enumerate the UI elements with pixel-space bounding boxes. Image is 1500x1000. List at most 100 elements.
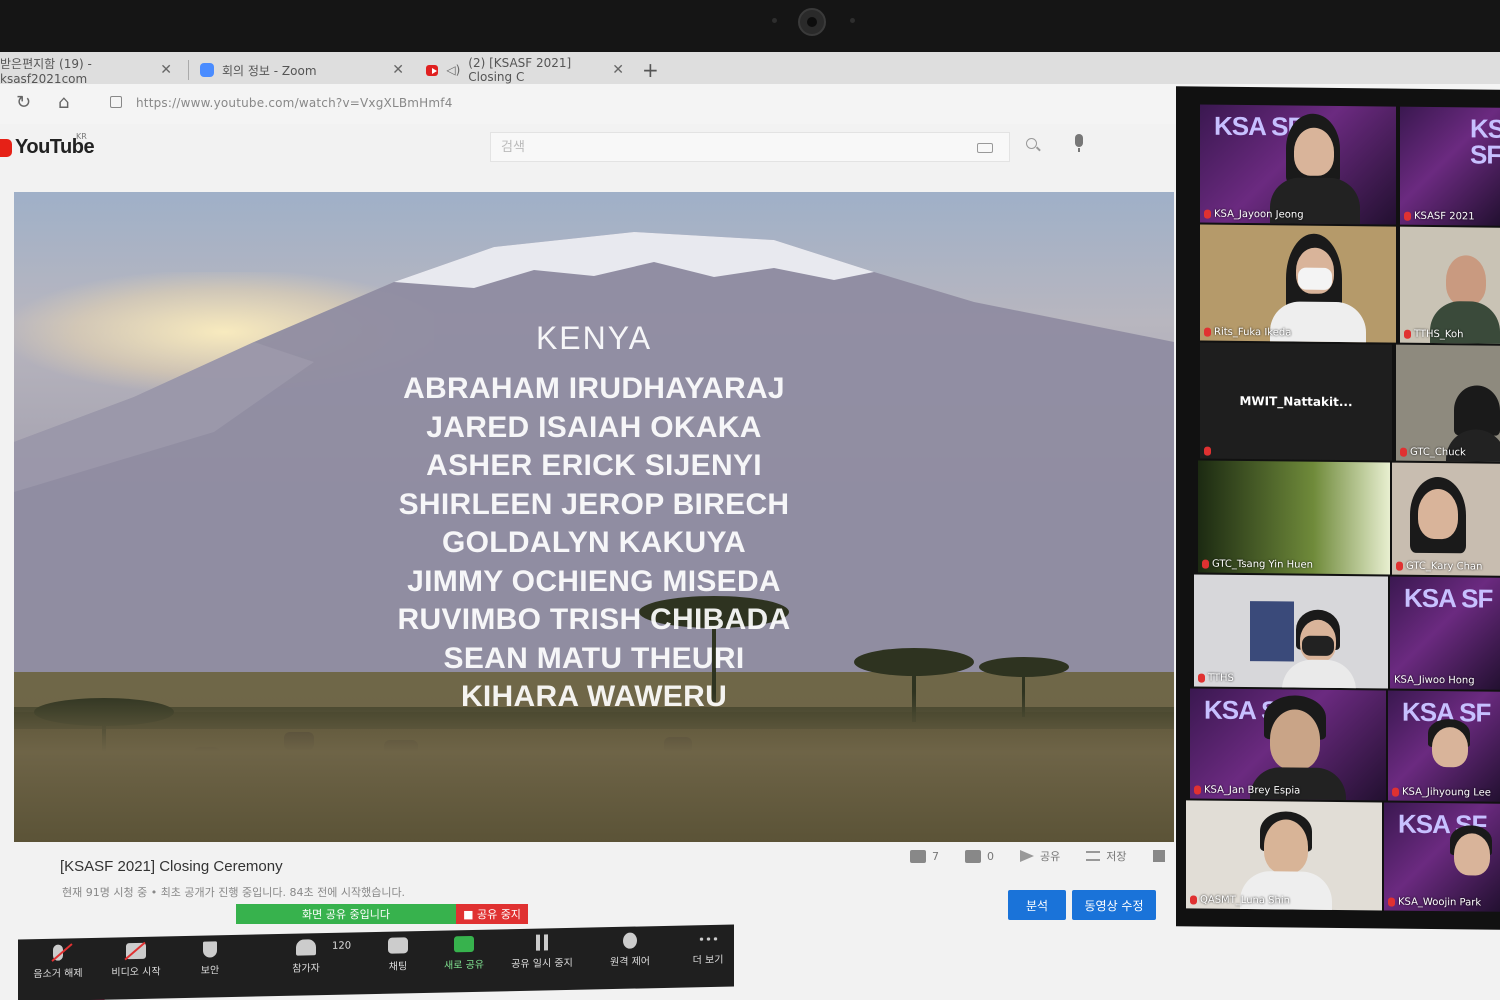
close-icon[interactable]: ✕ xyxy=(602,62,624,78)
video-tile[interactable]: KSA SF KSA_Woojin Park xyxy=(1384,802,1500,912)
start-video-label: 비디오 시작 xyxy=(111,966,161,979)
video-tile[interactable]: KSA SF KSA_Jihyoung Lee xyxy=(1388,690,1500,802)
keyboard-icon[interactable] xyxy=(977,143,993,153)
microphone-icon[interactable] xyxy=(1075,134,1083,152)
mouse-icon xyxy=(623,932,637,949)
bezel-sensor-dot xyxy=(850,18,855,23)
video-tile[interactable]: MWIT_Nattakit... xyxy=(1200,342,1392,461)
video-tile[interactable]: TTHS xyxy=(1194,574,1388,689)
participants-button[interactable]: 120 참가자 xyxy=(266,939,351,976)
remote-control-button[interactable]: 원격 제어 xyxy=(590,932,670,969)
microphone-muted-icon xyxy=(1194,785,1201,795)
participant-face xyxy=(1454,833,1490,876)
start-video-button[interactable]: 비디오 시작 xyxy=(96,942,176,979)
tab-gmail[interactable]: 받은편지함 (19) - ksasf2021com ✕ xyxy=(0,56,182,86)
video-tile[interactable]: GTC_Kary Chan xyxy=(1392,462,1500,576)
url-field[interactable]: https://www.youtube.com/watch?v=VxgXLBmH… xyxy=(136,96,453,110)
microphone-muted-icon xyxy=(1202,559,1209,569)
share-button[interactable]: 공유 xyxy=(1020,848,1060,864)
microphone-muted-icon xyxy=(53,944,63,961)
zoom-gallery: KSA SF KSA_Jayoon Jeong KSA SF KSASF 202… xyxy=(1176,86,1500,930)
tab-label: 받은편지함 (19) - ksasf2021com xyxy=(0,56,92,86)
video-tile[interactable]: KSA SF KSA_Jayoon Jeong xyxy=(1200,104,1396,225)
pause-icon xyxy=(536,934,548,951)
video-tile[interactable]: TTHS_Koh xyxy=(1400,226,1500,344)
more-dots-icon xyxy=(698,936,718,942)
stop-share-button[interactable]: ■ 공유 중지 xyxy=(456,904,528,924)
participant-face xyxy=(1264,819,1308,874)
edit-video-button[interactable]: 동영상 수정 xyxy=(1072,890,1156,920)
close-icon[interactable]: ✕ xyxy=(150,62,172,78)
save-button[interactable]: 저장 xyxy=(1086,848,1127,864)
microphone-muted-icon xyxy=(1400,447,1407,457)
dislike-count: 0 xyxy=(987,849,994,863)
face-mask xyxy=(1302,635,1334,656)
region-code: KR xyxy=(76,132,87,141)
search-input[interactable] xyxy=(491,133,951,161)
video-tile[interactable]: KSA SF KSASF 2021 xyxy=(1400,106,1500,226)
new-tab-plus-icon[interactable]: + xyxy=(642,58,659,82)
zoom-icon xyxy=(200,63,214,77)
credit-name: KIHARA WAWERU xyxy=(460,680,728,713)
tab-divider xyxy=(188,60,189,80)
lock-icon[interactable] xyxy=(110,96,122,108)
credit-name: JARED ISAIAH OKAKA xyxy=(426,410,762,444)
webcam xyxy=(798,8,826,36)
more-button[interactable]: 더 보기 xyxy=(668,930,748,967)
dislike-button[interactable]: 0 xyxy=(965,849,994,863)
tile-label: KSA_Jiwoo Hong xyxy=(1394,674,1475,687)
analytics-button[interactable]: 분석 xyxy=(1008,890,1066,920)
microphone-muted-icon xyxy=(1204,209,1211,219)
search-icon[interactable] xyxy=(1026,138,1037,149)
credit-name: JIMMY OCHIENG MISEDA xyxy=(407,564,781,598)
security-label: 보안 xyxy=(200,965,220,977)
zoom-toolbar: 음소거 해제 비디오 시작 보안 120 참가자 채팅 새로 공유 공유 일시 … xyxy=(18,924,734,1000)
participant-face xyxy=(1294,127,1334,176)
video-player[interactable]: KENYA ABRAHAM IRUDHAYARAJ JARED ISAIAH O… xyxy=(14,192,1174,842)
tile-label: GTC_Kary Chan xyxy=(1396,561,1482,573)
microphone-muted-icon xyxy=(1204,327,1211,337)
microphone-muted-icon xyxy=(1198,673,1205,683)
unmute-button[interactable]: 음소거 해제 xyxy=(18,944,98,981)
remote-control-label: 원격 제어 xyxy=(610,956,650,969)
credit-name: ABRAHAM IRUDHAYARAJ xyxy=(403,372,785,405)
new-share-label: 새로 공유 xyxy=(444,959,484,972)
participant-count: 120 xyxy=(332,940,352,952)
reload-icon[interactable]: ↻ xyxy=(16,92,31,113)
pause-share-button[interactable]: 공유 일시 중지 xyxy=(502,934,582,971)
participants-label: 참가자 xyxy=(292,963,320,975)
bezel-sensor-dot xyxy=(772,18,777,23)
speaker-icon[interactable]: ◁) xyxy=(446,63,460,77)
tab-label: 회의 정보 - Zoom xyxy=(222,63,317,78)
participant-hair xyxy=(1454,385,1500,436)
microphone-muted-icon xyxy=(1204,446,1211,456)
new-share-button[interactable]: 새로 공유 xyxy=(424,935,504,972)
security-button[interactable]: 보안 xyxy=(170,941,250,978)
tab-youtube[interactable]: ◁) (2) [KSASF 2021] Closing C ✕ xyxy=(416,56,634,84)
save-label: 저장 xyxy=(1106,850,1127,863)
tile-brand: KSA SF xyxy=(1470,113,1500,170)
report-button[interactable] xyxy=(1152,850,1165,862)
tab-zoom[interactable]: 회의 정보 - Zoom ✕ xyxy=(190,56,414,84)
participant-face xyxy=(1270,709,1320,770)
pause-share-label: 공유 일시 중지 xyxy=(511,957,573,971)
tile-label xyxy=(1204,446,1211,456)
like-button[interactable]: 7 xyxy=(910,849,939,863)
video-tile[interactable]: KSA SF KSA_Jiwoo Hong xyxy=(1390,576,1500,690)
microphone-muted-icon xyxy=(1392,787,1399,797)
credit-name: ASHER ERICK SIJENYI xyxy=(426,449,762,482)
youtube-logo[interactable]: YouTube KR xyxy=(0,132,95,159)
close-icon[interactable]: ✕ xyxy=(382,62,404,78)
home-icon[interactable]: ⌂ xyxy=(58,92,69,113)
microphone-muted-icon xyxy=(1404,329,1411,339)
video-tile[interactable]: GTC_Chuck xyxy=(1396,344,1500,462)
video-tile[interactable]: QASMT_Luna Shin xyxy=(1186,800,1382,911)
sharing-status: 화면 공유 중입니다 xyxy=(302,908,390,921)
video-tile[interactable]: KSA SF KSA_Jan Brey Espia xyxy=(1190,688,1386,801)
video-tile[interactable]: Rits_Fuka Ikeda xyxy=(1200,224,1396,343)
credit-name: SHIRLEEN JEROP BIRECH xyxy=(398,487,790,521)
video-tile[interactable]: GTC_Tsang Yin Huen xyxy=(1198,460,1390,575)
credits-names: ABRAHAM IRUDHAYARAJ JARED ISAIAH OKAKA A… xyxy=(14,370,1174,717)
youtube-play-icon xyxy=(0,138,12,157)
tile-brand: KSA SF xyxy=(1404,582,1493,614)
